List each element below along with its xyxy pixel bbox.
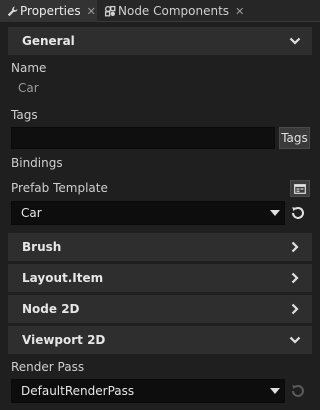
section-title: General xyxy=(22,34,75,48)
tags-button[interactable]: Tags xyxy=(279,127,310,149)
wrench-icon xyxy=(4,6,20,17)
close-icon[interactable]: ✕ xyxy=(235,5,244,18)
tags-input[interactable] xyxy=(11,127,275,149)
section-title: Viewport 2D xyxy=(22,333,106,347)
section-title: Brush xyxy=(22,240,62,254)
chevron-down-icon xyxy=(288,331,302,349)
render-pass-dropdown[interactable]: DefaultRenderPass xyxy=(11,379,285,403)
tab-label: Properties xyxy=(20,4,81,18)
name-label: Name xyxy=(11,61,47,75)
chevron-right-icon xyxy=(288,238,302,256)
dropdown-arrow-icon xyxy=(270,388,280,394)
section-header-brush[interactable]: Brush xyxy=(8,233,312,261)
prefab-template-dropdown[interactable]: Car xyxy=(11,201,285,225)
tab-properties[interactable]: Properties ✕ xyxy=(0,0,97,22)
section-header-general[interactable]: General xyxy=(8,27,312,55)
chevron-right-icon xyxy=(288,269,302,287)
section-header-layout-item[interactable]: Layout.Item xyxy=(8,264,312,292)
close-icon[interactable]: ✕ xyxy=(87,5,96,18)
chevron-right-icon xyxy=(288,300,302,318)
tab-bar: Properties ✕ Node Components ✕ xyxy=(0,0,320,22)
components-icon xyxy=(102,5,118,17)
dropdown-arrow-icon xyxy=(270,210,280,216)
window-icon xyxy=(294,183,306,194)
dropdown-value: DefaultRenderPass xyxy=(21,384,135,398)
name-value[interactable]: Car xyxy=(18,81,39,95)
section-title: Node 2D xyxy=(22,302,80,316)
tags-label: Tags xyxy=(11,108,38,122)
prefab-template-label: Prefab Template xyxy=(11,181,108,195)
section-header-viewport-2d[interactable]: Viewport 2D xyxy=(8,326,312,354)
dropdown-value: Car xyxy=(21,206,42,220)
bindings-label: Bindings xyxy=(11,156,63,170)
section-title: Layout.Item xyxy=(22,271,104,285)
revert-icon[interactable] xyxy=(289,204,307,222)
tab-label: Node Components xyxy=(118,4,230,18)
prefab-picker-button[interactable] xyxy=(290,180,310,197)
revert-icon xyxy=(289,382,307,400)
tab-node-components[interactable]: Node Components ✕ xyxy=(98,0,248,22)
render-pass-label: Render Pass xyxy=(11,360,85,374)
chevron-down-icon xyxy=(288,32,302,50)
section-header-node-2d[interactable]: Node 2D xyxy=(8,295,312,323)
